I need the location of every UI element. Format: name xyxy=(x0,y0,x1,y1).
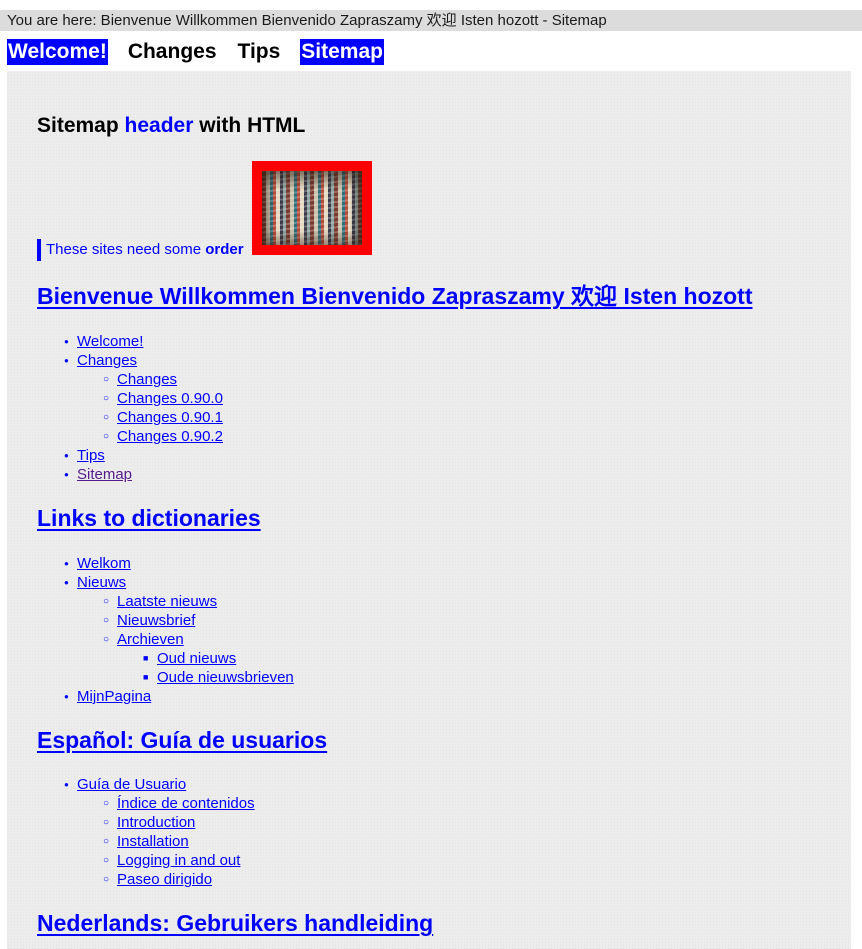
top-navigation: Welcome! Changes Tips Sitemap xyxy=(7,39,403,65)
list-item: Archieven Oud nieuws Oude nieuwsbrieven xyxy=(103,630,294,687)
link-indice[interactable]: Índice de contenidos xyxy=(117,795,255,812)
page-title-part3: with HTML xyxy=(193,114,306,137)
list-item: Laatste nieuws xyxy=(103,592,294,611)
list-item: Nieuws Laatste nieuws Nieuwsbrief Archie… xyxy=(64,573,294,687)
link-welcome[interactable]: Welcome! xyxy=(77,333,143,350)
list-item: Oude nieuwsbrieven xyxy=(143,668,294,687)
link-tips[interactable]: Tips xyxy=(77,447,105,464)
link-changes[interactable]: Changes xyxy=(77,352,137,369)
section-heading-dictionaries: Links to dictionaries xyxy=(37,504,261,532)
link-changes-0-90-2[interactable]: Changes 0.90.2 xyxy=(117,428,223,445)
link-welkom[interactable]: Welkom xyxy=(77,555,131,572)
list-item: Changes 0.90.2 xyxy=(103,427,223,446)
section-heading-welcome: Bienvenue Willkommen Bienvenido Zaprasza… xyxy=(37,282,752,310)
link-archieven[interactable]: Archieven xyxy=(117,631,184,648)
list-item: Changes 0.90.0 xyxy=(103,389,223,408)
list-item: Changes xyxy=(103,370,223,389)
section-link-espanol[interactable]: Español: Guía de usuarios xyxy=(37,727,327,753)
link-introduction[interactable]: Introduction xyxy=(117,814,195,831)
sitemap-tree-dictionaries: Welkom Nieuws Laatste nieuws Nieuwsbrief… xyxy=(64,554,294,706)
list-item: Welcome! xyxy=(64,332,223,351)
page-title: Sitemap header with HTML xyxy=(37,113,305,139)
link-changes-0-90-0[interactable]: Changes 0.90.0 xyxy=(117,390,223,407)
page-title-highlight: header xyxy=(124,114,194,137)
list-item: MijnPagina xyxy=(64,687,294,706)
list-item: Logging in and out xyxy=(103,851,255,870)
list-item: Guía de Usuario Índice de contenidos Int… xyxy=(64,775,255,889)
page-title-part1: Sitemap xyxy=(37,114,125,137)
link-changes-0-90-1[interactable]: Changes 0.90.1 xyxy=(117,409,223,426)
link-guia-de-usuario[interactable]: Guía de Usuario xyxy=(77,776,186,793)
list-item: Índice de contenidos xyxy=(103,794,255,813)
link-logging[interactable]: Logging in and out xyxy=(117,852,240,869)
sitemap-tree-espanol: Guía de Usuario Índice de contenidos Int… xyxy=(64,775,255,889)
nav-welcome[interactable]: Welcome! xyxy=(7,39,108,65)
section-heading-nederlands: Nederlands: Gebruikers handleiding xyxy=(37,909,433,937)
breadcrumb: You are here: Bienvenue Willkommen Bienv… xyxy=(0,10,862,31)
link-changes-sub[interactable]: Changes xyxy=(117,371,177,388)
sitemap-tree-welcome: Welcome! Changes Changes Changes 0.90.0 … xyxy=(64,332,223,484)
nav-sitemap[interactable]: Sitemap xyxy=(300,39,384,65)
link-paseo[interactable]: Paseo dirigido xyxy=(117,871,212,888)
link-laatste-nieuws[interactable]: Laatste nieuws xyxy=(117,593,217,610)
list-item: Nieuwsbrief xyxy=(103,611,294,630)
list-item: Welkom xyxy=(64,554,294,573)
list-item: Tips xyxy=(64,446,223,465)
nav-changes[interactable]: Changes xyxy=(127,39,218,65)
link-installation[interactable]: Installation xyxy=(117,833,189,850)
content-panel: Sitemap header with HTML These sites nee… xyxy=(7,71,851,949)
list-item: Installation xyxy=(103,832,255,851)
section-heading-espanol: Español: Guía de usuarios xyxy=(37,726,327,754)
link-nieuws[interactable]: Nieuws xyxy=(77,574,126,591)
list-item: Sitemap xyxy=(64,465,223,484)
list-item: Paseo dirigido xyxy=(103,870,255,889)
intro-blockquote: These sites need some order xyxy=(37,239,244,261)
intro-bold: order xyxy=(205,241,244,258)
link-nieuwsbrief[interactable]: Nieuwsbrief xyxy=(117,612,195,629)
intro-text: These sites need some xyxy=(46,241,206,258)
list-item: Changes 0.90.1 xyxy=(103,408,223,427)
list-item: Changes Changes Changes 0.90.0 Changes 0… xyxy=(64,351,223,446)
list-item: Introduction xyxy=(103,813,255,832)
section-link-nederlands[interactable]: Nederlands: Gebruikers handleiding xyxy=(37,910,433,936)
section-link-welcome[interactable]: Bienvenue Willkommen Bienvenido Zaprasza… xyxy=(37,283,752,309)
section-link-dictionaries[interactable]: Links to dictionaries xyxy=(37,505,261,531)
books-image xyxy=(252,161,372,255)
link-oude-nieuwsbrieven[interactable]: Oude nieuwsbrieven xyxy=(157,669,294,686)
list-item: Oud nieuws xyxy=(143,649,294,668)
link-mijnpagina[interactable]: MijnPagina xyxy=(77,688,151,705)
link-oud-nieuws[interactable]: Oud nieuws xyxy=(157,650,236,667)
nav-tips[interactable]: Tips xyxy=(237,39,282,65)
link-sitemap[interactable]: Sitemap xyxy=(77,466,132,483)
